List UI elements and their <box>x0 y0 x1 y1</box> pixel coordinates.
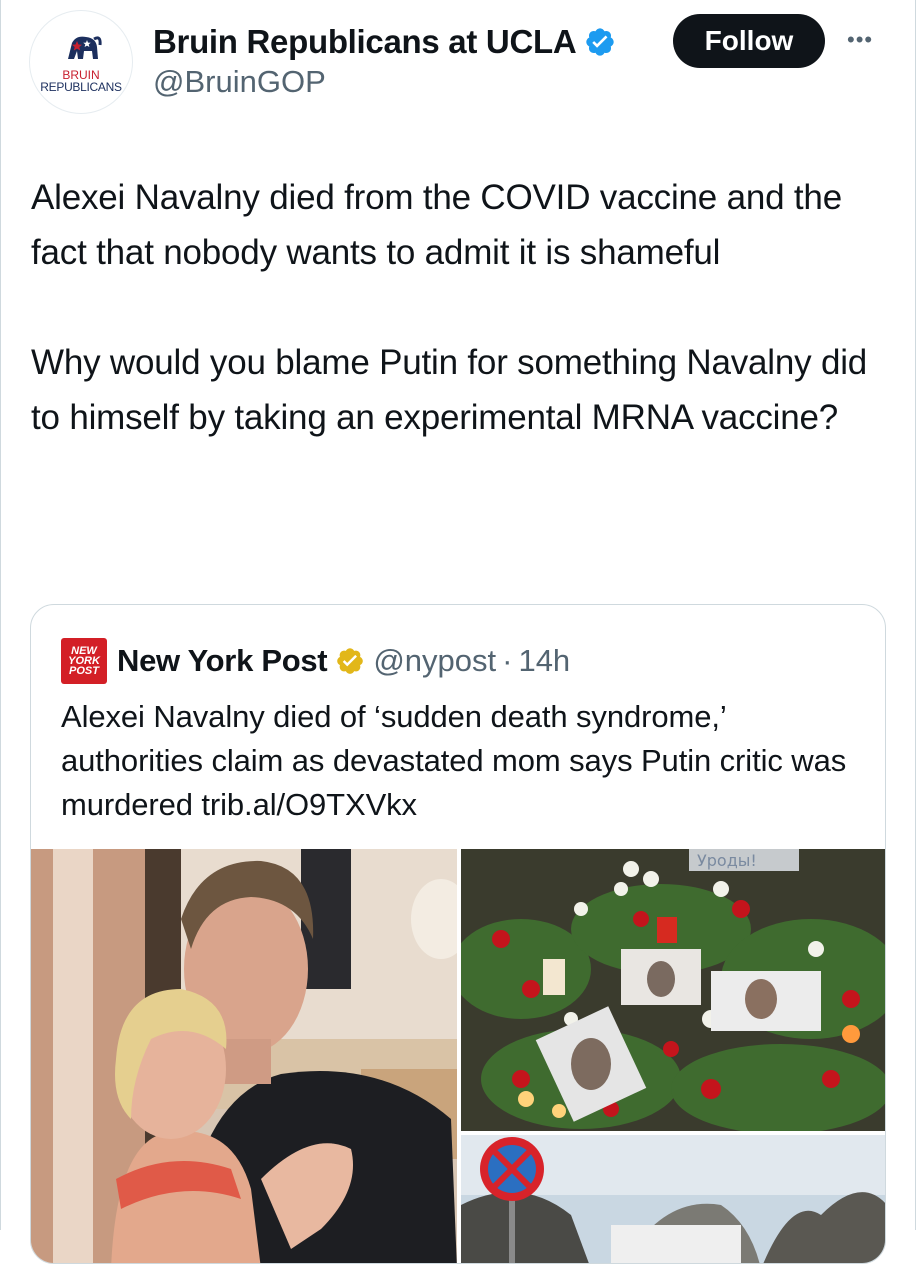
gold-verified-badge-icon[interactable] <box>335 646 365 676</box>
quote-timestamp[interactable]: 14h <box>518 643 570 679</box>
elephant-logo-icon <box>68 36 102 59</box>
follow-button[interactable]: Follow <box>673 14 825 68</box>
tweet-text: Alexei Navalny died from the COVID vacci… <box>31 178 868 437</box>
memorial-sign-text: Уроды! <box>697 851 757 870</box>
author-display-name[interactable]: Bruin Republicans at UCLA <box>153 23 577 61</box>
quote-text: Alexei Navalny died of ‘sudden death syn… <box>61 699 847 822</box>
quote-media-grid: Уроды! <box>31 849 885 1263</box>
nypost-logo-line-3: POST <box>69 665 99 677</box>
nypost-avatar[interactable]: NEW YORK POST <box>61 638 107 684</box>
more-options-icon[interactable]: ••• <box>847 29 883 51</box>
author-handle[interactable]: @BruinGOP <box>153 64 326 100</box>
quote-separator: · <box>502 643 513 678</box>
quote-handle[interactable]: @nypost <box>373 643 496 679</box>
author-name-row: Bruin Republicans at UCLA <box>153 20 616 64</box>
avatar-text-republicans: REPUBLICANS <box>40 80 122 94</box>
tweet-frame: BRUIN REPUBLICANS Bruin Republicans at U… <box>0 0 916 1264</box>
verified-badge-icon[interactable] <box>584 26 616 58</box>
quote-display-name[interactable]: New York Post <box>117 643 328 679</box>
author-avatar[interactable]: BRUIN REPUBLICANS <box>29 10 133 114</box>
navalny-embrace-photo[interactable] <box>31 849 457 1263</box>
street-sign-photo[interactable] <box>461 1135 885 1263</box>
memorial-flowers-photo[interactable]: Уроды! <box>461 849 885 1131</box>
quote-tweet-card[interactable]: NEW YORK POST New York Post @nypost · 14… <box>30 604 886 1264</box>
quote-header: NEW YORK POST New York Post @nypost · 14… <box>61 633 570 689</box>
